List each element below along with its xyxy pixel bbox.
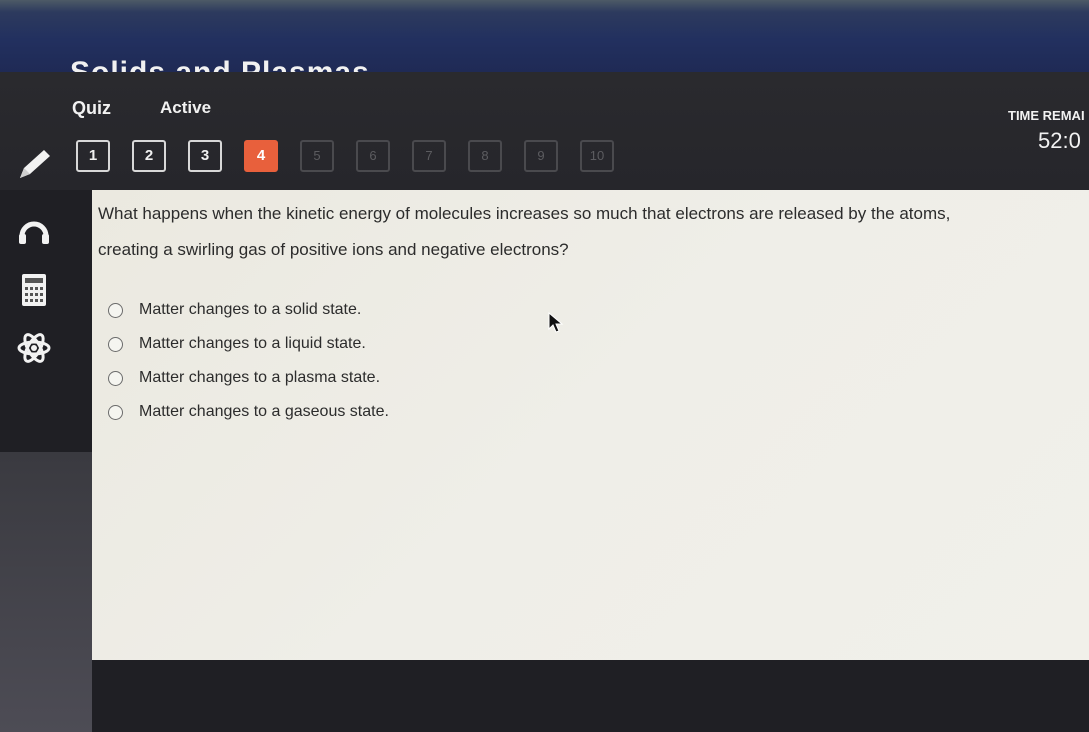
quiz-header xyxy=(0,72,1089,190)
answer-option-label: Matter changes to a solid state. xyxy=(139,301,362,318)
question-nav-2[interactable]: 2 xyxy=(132,140,166,172)
radio-button[interactable] xyxy=(108,302,123,318)
question-nav-10[interactable]: 10 xyxy=(580,140,614,172)
question-nav-6[interactable]: 6 xyxy=(356,140,390,172)
answer-option-label: Matter changes to a liquid state. xyxy=(139,335,366,352)
status-label: Active xyxy=(160,98,212,117)
question-nav-7[interactable]: 7 xyxy=(412,140,446,172)
answer-option-solid[interactable]: Matter changes to a solid state. xyxy=(108,298,361,322)
answer-option-label: Matter changes to a gaseous state. xyxy=(139,403,389,420)
calculator-tool[interactable] xyxy=(12,268,56,312)
answer-option-gaseous[interactable]: Matter changes to a gaseous state. xyxy=(108,400,389,424)
radio-button[interactable] xyxy=(108,404,123,420)
headphones-icon xyxy=(19,221,49,244)
time-remaining-label: TIME REMAI xyxy=(1008,108,1085,123)
pencil-tool[interactable] xyxy=(12,142,56,186)
sidebar-panel xyxy=(0,452,92,732)
radio-button[interactable] xyxy=(108,370,123,386)
reference-tool[interactable] xyxy=(12,326,56,370)
question-text: What happens when the kinetic energy of … xyxy=(98,196,1078,268)
answer-option-label: Matter changes to a plasma state. xyxy=(139,369,381,386)
question-nav-4[interactable]: 4 xyxy=(244,140,278,172)
question-nav-5[interactable]: 5 xyxy=(300,140,334,172)
answer-option-liquid[interactable]: Matter changes to a liquid state. xyxy=(108,332,366,356)
question-nav-8[interactable]: 8 xyxy=(468,140,502,172)
time-remaining-value: 52:0 xyxy=(1038,128,1081,153)
question-nav-3[interactable]: 3 xyxy=(188,140,222,172)
atom-icon xyxy=(17,333,51,363)
answer-option-plasma[interactable]: Matter changes to a plasma state. xyxy=(108,366,380,390)
tool-sidebar xyxy=(0,72,92,732)
radio-button[interactable] xyxy=(108,336,123,352)
question-text-line-2: creating a swirling gas of positive ions… xyxy=(98,240,569,259)
mouse-cursor-icon xyxy=(548,312,564,333)
question-text-line-1: What happens when the kinetic energy of … xyxy=(98,204,951,223)
calculator-icon xyxy=(22,274,46,306)
pencil-icon xyxy=(20,150,50,178)
question-nav-9[interactable]: 9 xyxy=(524,140,558,172)
headphones-tool[interactable] xyxy=(12,208,56,252)
